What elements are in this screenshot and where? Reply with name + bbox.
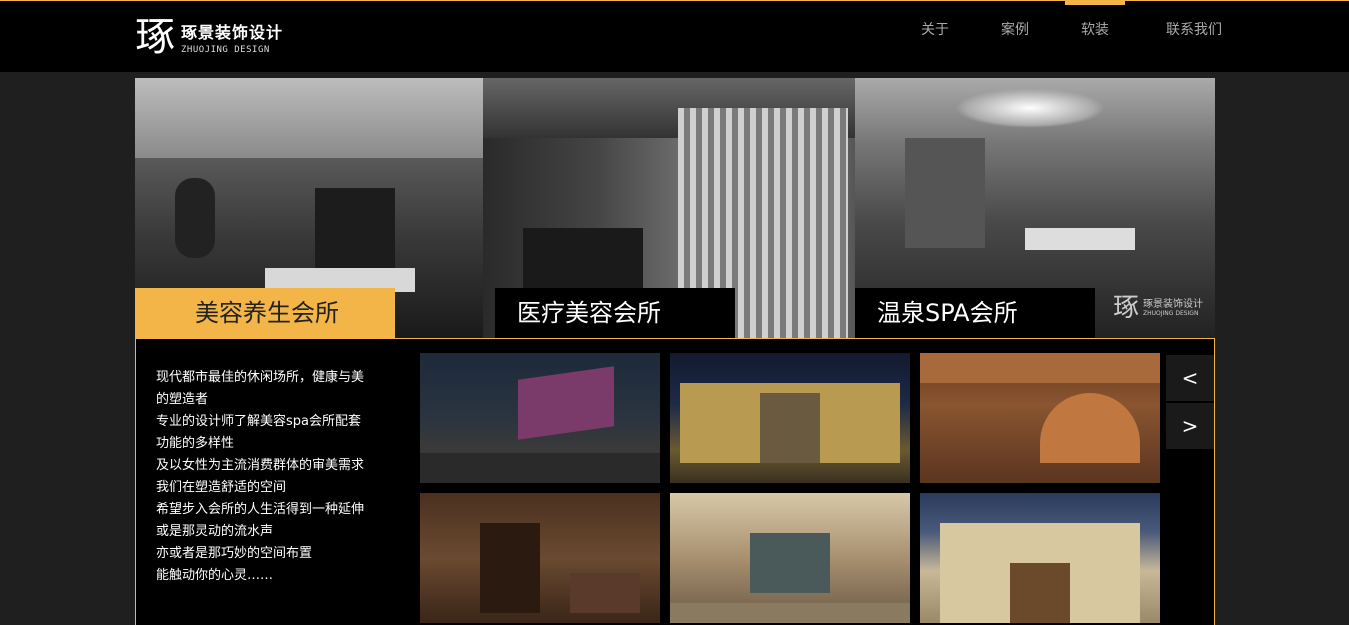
description-line: 及以女性为主流消费群体的审美需求 <box>156 458 365 473</box>
chandelier-shape <box>955 88 1105 128</box>
description-line: 的塑造者 <box>156 392 209 407</box>
description-line: 能触动你的心灵…… <box>156 568 274 583</box>
gallery-thumb-2[interactable] <box>670 353 910 483</box>
gallery-thumb-3[interactable] <box>920 353 1160 483</box>
brand-name-cn: 琢景装饰设计 <box>181 23 284 42</box>
gallery-thumb-1[interactable] <box>420 353 660 483</box>
main-nav: 关于 案例 软装 联系我们 <box>895 1 1253 72</box>
nav-item-contact[interactable]: 联系我们 <box>1135 1 1253 72</box>
nav-item-soft-decoration[interactable]: 软装 <box>1055 1 1135 72</box>
banner-caption-hot-spring-spa[interactable]: 温泉SPA会所 <box>855 288 1095 338</box>
gallery-prev-button[interactable]: < <box>1166 355 1214 401</box>
nav-item-cases[interactable]: 案例 <box>975 1 1055 72</box>
banner: 美容养生会所 医疗美容会所 温泉SPA会所 琢 琢景装饰设计 ZHUOJING … <box>135 78 1215 338</box>
content-panel: 现代都市最佳的休闲场所，健康与美 的塑造者 专业的设计师了解美容spa会所配套 … <box>135 338 1215 625</box>
doorway-shape <box>480 523 540 613</box>
description-line: 亦或者是那巧妙的空间布置 <box>156 546 313 561</box>
site-header: 琢 琢景装饰设计 ZHUOJING DESIGN 关于 案例 软装 联系我们 <box>0 1 1349 72</box>
facade-shape <box>518 366 614 440</box>
ceiling-shape <box>135 78 483 158</box>
gallery-next-button[interactable]: > <box>1166 403 1214 449</box>
banner-caption-beauty-club[interactable]: 美容养生会所 <box>135 288 395 338</box>
nav-item-about[interactable]: 关于 <box>895 1 975 72</box>
watermark-sub: ZHUOJING DESIGN <box>1143 309 1199 317</box>
street-shape <box>420 453 660 483</box>
description-line: 专业的设计师了解美容spa会所配套 <box>156 414 361 429</box>
logo[interactable]: 琢 琢景装饰设计 ZHUOJING DESIGN <box>135 13 283 61</box>
description-line: 功能的多样性 <box>156 436 235 451</box>
description: 现代都市最佳的休闲场所，健康与美 的塑造者 专业的设计师了解美容spa会所配套 … <box>156 367 396 587</box>
entrance-shape <box>1010 563 1070 623</box>
description-line: 或是那灵动的流水声 <box>156 524 274 539</box>
brand-name-en: ZHUOJING DESIGN <box>181 45 270 55</box>
ceiling-shape <box>920 353 1160 383</box>
watermark-name: 琢景装饰设计 <box>1143 298 1203 310</box>
logo-text: 琢景装饰设计 ZHUOJING DESIGN <box>181 19 283 55</box>
counter-shape <box>570 573 640 613</box>
wall-art-shape <box>905 138 985 248</box>
description-line: 我们在塑造舒适的空间 <box>156 480 287 495</box>
floor-shape <box>670 603 910 623</box>
gallery-thumb-6[interactable] <box>920 493 1160 623</box>
ornament-shape <box>175 178 215 258</box>
gallery-thumb-5[interactable] <box>670 493 910 623</box>
watermark: 琢 琢景装饰设计 ZHUOJING DESIGN <box>1113 287 1203 324</box>
banner-caption-medical-beauty[interactable]: 医疗美容会所 <box>495 288 735 338</box>
description-line: 现代都市最佳的休闲场所，健康与美 <box>156 370 365 385</box>
corridor-shape <box>523 228 643 288</box>
description-line: 希望步入会所的人生活得到一种延伸 <box>156 502 365 517</box>
gallery-thumb-4[interactable] <box>420 493 660 623</box>
watermark-text: 琢景装饰设计 ZHUOJING DESIGN <box>1143 295 1203 317</box>
entrance-shape <box>760 393 820 463</box>
interior-shape <box>750 533 830 593</box>
arch-shape <box>1040 393 1140 463</box>
watermark-mark: 琢 <box>1112 293 1139 323</box>
reception-desk-shape <box>1025 228 1135 250</box>
logo-mark: 琢 <box>135 14 175 60</box>
